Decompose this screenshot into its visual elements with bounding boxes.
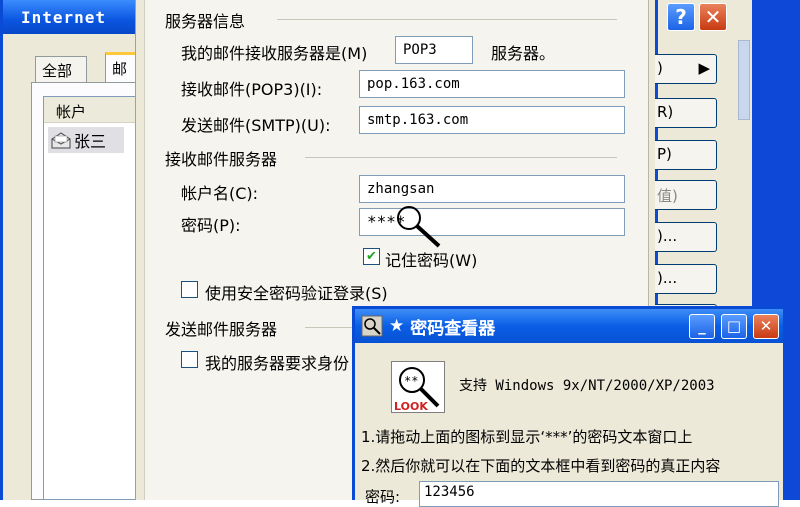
server-requires-auth-label: 我的服务器要求身份 [205, 354, 350, 373]
password-label: 密码(P): [181, 216, 241, 235]
password-viewer-window: ★ 密码查看器 _ □ ✕ ** LOOK 支持 Windows 9x/NT/2… [352, 306, 786, 507]
incoming-type-field[interactable]: POP3 [395, 36, 473, 64]
side-button-remove[interactable]: R) [655, 98, 717, 128]
account-name-input[interactable]: zhangsan [359, 175, 625, 203]
group-server-info: 服务器信息 [165, 12, 246, 31]
secure-password-auth-label: 使用安全密码验证登录(S) [205, 284, 388, 303]
scrollbar[interactable] [738, 40, 750, 120]
instruction-line-2: 2.然后你就可以在下面的文本框中看到密码的真正内容 [361, 457, 721, 475]
group-outgoing-server: 发送邮件服务器 [165, 320, 278, 339]
help-button[interactable]: ? [667, 3, 695, 31]
account-list: 帐户 张三 [43, 96, 138, 500]
close-button[interactable]: ✕ [699, 3, 727, 31]
account-name-label: 帐户名(C): [181, 184, 259, 203]
smtp-server-input[interactable]: smtp.163.com [359, 106, 625, 134]
secure-password-auth-checkbox[interactable] [181, 281, 198, 298]
remember-password-label: 记住密码(W) [385, 251, 478, 270]
side-button-properties[interactable]: P) [655, 140, 717, 170]
look-magnifier-icon: ** LOOK [394, 367, 440, 413]
tab-all[interactable]: 全部 [35, 56, 87, 82]
account-name: 张三 [74, 132, 107, 151]
incoming-type-suffix: 服务器。 [491, 44, 556, 63]
window-title: Internet [3, 0, 135, 34]
internet-accounts-window: Internet 全部 邮 帐户 张三 [0, 0, 145, 500]
remember-password-checkbox[interactable]: ✔ [363, 248, 380, 265]
side-button-arrow[interactable]: ) ▶ [655, 54, 717, 84]
group-divider [277, 19, 617, 20]
server-requires-auth-checkbox[interactable] [181, 351, 198, 368]
group-divider [305, 157, 617, 158]
incoming-type-label: 我的邮件接收服务器是(M) [181, 44, 368, 63]
instruction-line-1: 1.请拖动上面的图标到显示‘***’的密码文本窗口上 [361, 428, 693, 446]
mail-account-icon [50, 131, 72, 149]
list-header-account[interactable]: 帐户 [44, 97, 138, 123]
revealed-password-label: 密码: [365, 488, 401, 506]
side-button-export[interactable]: )... [655, 264, 717, 294]
arrow-right-icon: ▶ [698, 59, 710, 77]
maximize-button[interactable]: □ [721, 314, 747, 339]
svg-text:**: ** [404, 374, 418, 388]
pop3-label: 接收邮件(POP3)(I): [181, 80, 323, 99]
group-incoming-server: 接收邮件服务器 [165, 150, 278, 169]
side-button-import[interactable]: )... [655, 222, 717, 252]
password-viewer-title: 密码查看器 [410, 318, 496, 339]
title-star: ★ [389, 316, 405, 336]
popup-close-button[interactable]: ✕ [753, 314, 779, 339]
minimize-button[interactable]: _ [689, 314, 715, 339]
key-magnifier-icon [361, 315, 383, 337]
password-viewer-titlebar: ★ 密码查看器 [355, 309, 783, 343]
pop3-server-input[interactable]: pop.163.com [359, 70, 625, 98]
look-drag-icon[interactable]: ** LOOK [391, 361, 445, 413]
support-text: 支持 Windows 9x/NT/2000/XP/2003 [459, 378, 715, 394]
revealed-password-field[interactable]: 123456 [419, 481, 779, 507]
svg-text:LOOK: LOOK [394, 400, 428, 412]
smtp-label: 发送邮件(SMTP)(U): [181, 116, 331, 135]
magnifier-cursor-icon [397, 206, 441, 248]
list-item[interactable]: 张三 [48, 127, 124, 153]
side-button-default[interactable]: 值) [655, 180, 717, 210]
